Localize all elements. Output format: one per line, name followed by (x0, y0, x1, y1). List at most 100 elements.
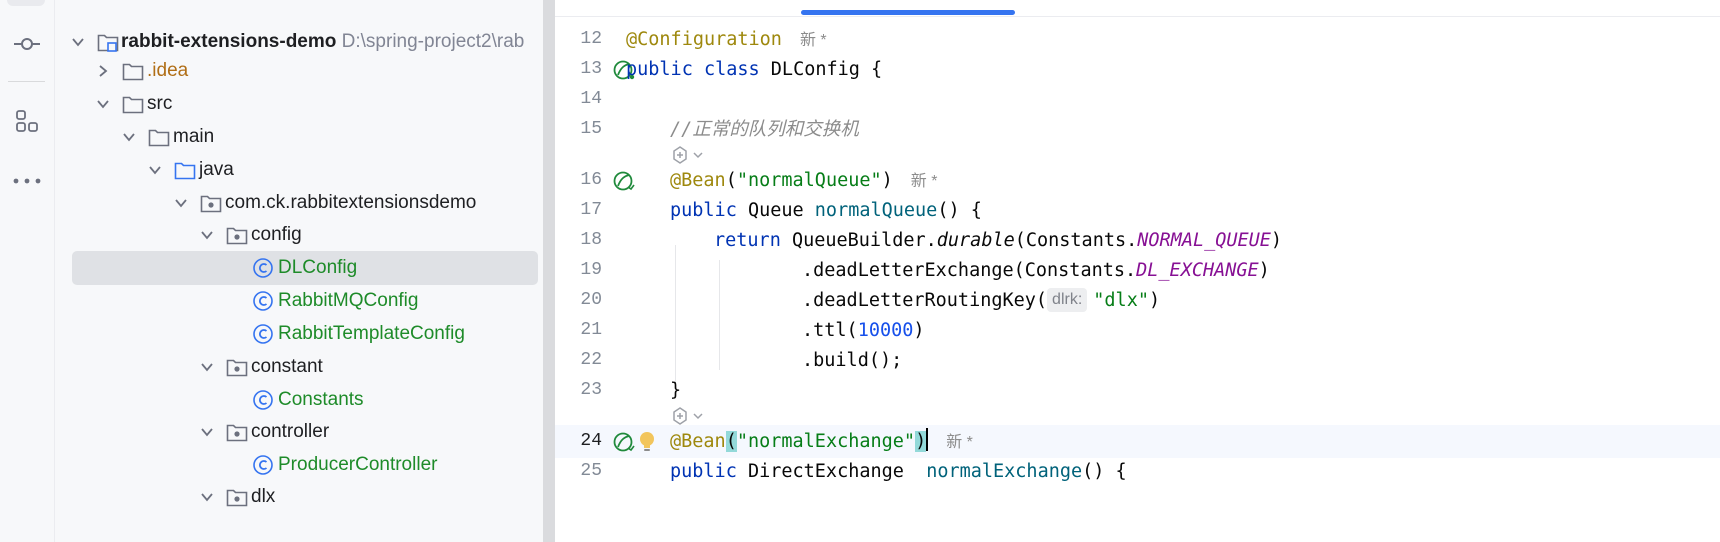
line-number: 20 (580, 290, 602, 310)
tree-label: ProducerController (278, 454, 438, 475)
code-text: () { (1082, 461, 1127, 482)
method-name: normalQueue (814, 200, 938, 221)
tree-item-package-root[interactable]: com.ck.rabbitextensionsdemo (55, 186, 543, 220)
line-number: 21 (580, 320, 602, 340)
code-editor[interactable]: 12 @Configuration 新 * 13 public class DLC… (555, 0, 1720, 542)
tree-item-producercontroller[interactable]: ProducerController (55, 448, 543, 482)
code-line[interactable]: 13 public class DLConfig { (555, 53, 1720, 86)
string-literal: "normalQueue" (736, 170, 882, 191)
ai-inference-icon[interactable] (670, 144, 704, 166)
new-marker: 新 * (946, 434, 973, 451)
code-line[interactable]: 20 .deadLetterRoutingKey(dlrk: "dlx") (555, 284, 1720, 317)
tree-label: com.ck.rabbitextensionsdemo (225, 192, 477, 213)
tree-item-idea[interactable]: .idea (55, 54, 543, 88)
tree-label: dlx (251, 486, 276, 507)
tree-label: RabbitTemplateConfig (278, 323, 465, 344)
line-number: 13 (580, 59, 602, 79)
line-number: 22 (580, 350, 602, 370)
chevron-down-icon[interactable] (200, 218, 216, 252)
tree-item-src[interactable]: src (55, 87, 543, 121)
constant: DL_EXCHANGE (1136, 260, 1259, 281)
chevron-down-icon[interactable] (200, 415, 216, 449)
tree-item-constant[interactable]: constant (55, 350, 543, 384)
code-text: .ttl( (802, 320, 858, 341)
code-text: Queue (736, 200, 815, 221)
package-icon (226, 218, 252, 252)
code-line[interactable]: 16 @Bean("normalQueue") 新 * (555, 164, 1720, 197)
tree-item-java[interactable]: java (55, 153, 543, 187)
tree-item-rabbitmqconfig[interactable]: RabbitMQConfig (55, 284, 543, 318)
code-line[interactable]: 15 //正常的队列和交换机 (555, 113, 1720, 146)
code-line[interactable]: 19 .deadLetterExchange(Constants.DL_EXCH… (555, 254, 1720, 287)
tree-label: java (199, 159, 234, 180)
code-text: ) (1148, 290, 1161, 311)
code-line[interactable]: 14 (555, 83, 1720, 116)
commit-icon[interactable] (7, 26, 47, 62)
keyword: public class (626, 59, 760, 80)
chevron-right-icon[interactable] (96, 54, 112, 88)
ai-inference-icon[interactable] (670, 405, 704, 427)
line-number: 23 (580, 380, 602, 400)
chevron-down-icon (693, 152, 703, 159)
class-icon (252, 383, 278, 417)
line-number: 12 (580, 29, 602, 49)
keyword: return (714, 230, 781, 251)
code-line[interactable]: 25 public DirectExchange normalExchange(… (555, 455, 1720, 488)
code-line[interactable]: 21 .ttl(10000) (555, 314, 1720, 347)
spring-bean-icon[interactable] (613, 170, 635, 192)
chevron-down-icon[interactable] (96, 87, 112, 121)
chevron-down-icon[interactable] (122, 120, 138, 154)
annotation: @Configuration (626, 29, 782, 50)
code-line[interactable]: 12 @Configuration 新 * (555, 23, 1720, 56)
tree-label: .idea (147, 60, 189, 81)
class-icon (252, 251, 278, 285)
code-text: } (670, 380, 682, 401)
chevron-down-icon[interactable] (174, 186, 190, 220)
active-tab-indicator (801, 10, 1015, 15)
structure-icon[interactable] (7, 103, 47, 139)
code-line[interactable]: 18 return QueueBuilder.durable(Constants… (555, 224, 1720, 257)
annotation: @Bean (670, 431, 726, 452)
code-line[interactable]: 23 } (555, 374, 1720, 407)
project-tree: rabbit-extensions-demo D:\spring-project… (55, 0, 543, 542)
comment: //正常的队列和交换机 (670, 119, 859, 140)
chevron-down-icon (693, 413, 703, 420)
keyword: public (670, 461, 737, 482)
tree-item-dlconfig[interactable]: DLConfig (72, 251, 538, 285)
class-icon (252, 317, 278, 351)
code-text: (Constants. (1014, 230, 1138, 251)
tree-scrollbar[interactable] (543, 0, 555, 542)
scrollbar-thumb[interactable] (543, 0, 555, 542)
paren: ) (881, 170, 893, 191)
code-line[interactable]: 22 .build(); (555, 344, 1720, 377)
tab-bar-border (555, 16, 1720, 17)
tree-item-main[interactable]: main (55, 120, 543, 154)
code-line[interactable]: 17 public Queue normalQueue() { (555, 194, 1720, 227)
string-literal: "dlx" (1093, 290, 1149, 311)
method-name: normalExchange (926, 461, 1083, 482)
lightbulb-icon[interactable] (637, 430, 659, 452)
spring-bean-icon[interactable] (613, 431, 635, 453)
string-literal: "normalExchange" (736, 431, 916, 452)
keyword: public (670, 200, 737, 221)
tree-item-dlx[interactable]: dlx (55, 480, 543, 514)
project-path: D:\spring-project2\rab (341, 31, 525, 52)
tree-item-config[interactable]: config (55, 218, 543, 252)
code-text: ) (913, 320, 925, 341)
code-line-current[interactable]: 24 @Bean("normalExchange") 新 * (555, 425, 1720, 458)
chevron-down-icon[interactable] (200, 480, 216, 514)
new-marker: 新 * (799, 32, 827, 49)
tree-item-rabbittemplateconfig[interactable]: RabbitTemplateConfig (55, 317, 543, 351)
tree-item-controller[interactable]: controller (55, 415, 543, 449)
tree-label: src (147, 93, 173, 114)
tree-label: DLConfig (278, 257, 358, 278)
new-marker: 新 * (910, 173, 938, 190)
more-icon[interactable] (7, 163, 47, 199)
tree-label: constant (251, 356, 323, 377)
class-icon (252, 284, 278, 318)
chevron-down-icon[interactable] (148, 153, 164, 187)
chevron-down-icon[interactable] (200, 350, 216, 384)
tree-item-constants[interactable]: Constants (55, 383, 543, 417)
tool-button-active[interactable] (7, 0, 45, 6)
constant: NORMAL_QUEUE (1137, 230, 1271, 251)
